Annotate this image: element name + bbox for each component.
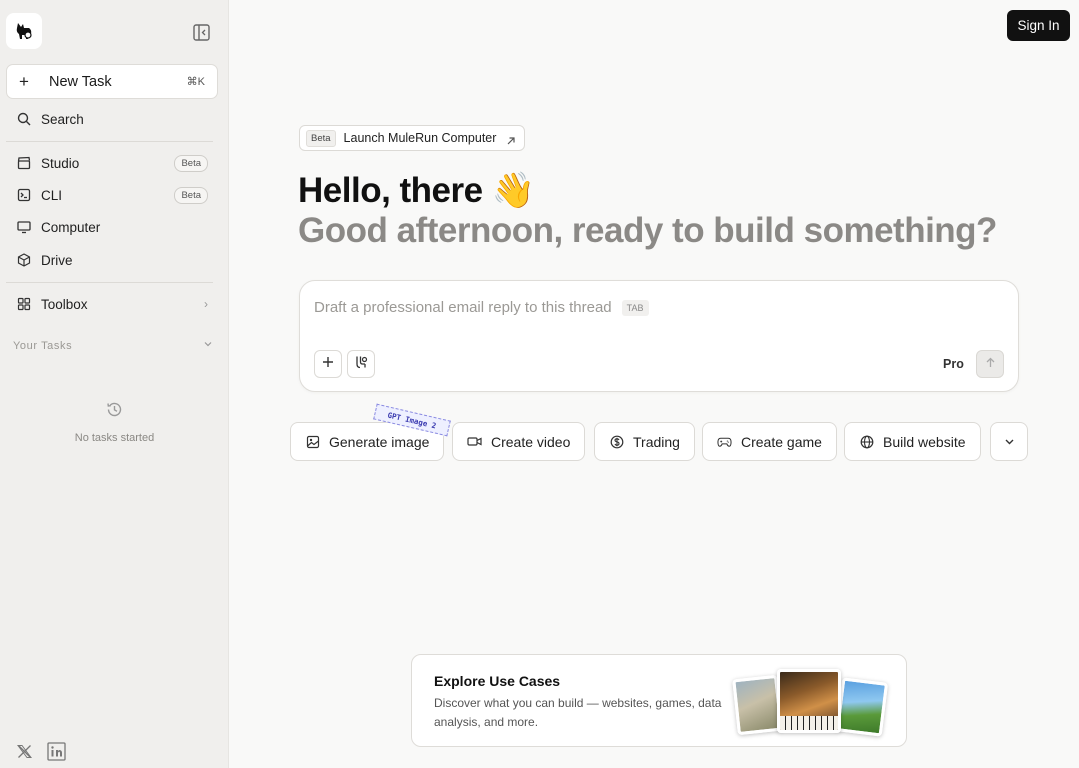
trading-chip[interactable]: Trading bbox=[594, 422, 695, 461]
beta-badge: Beta bbox=[174, 154, 208, 172]
sidebar-item-computer[interactable]: Computer bbox=[6, 212, 218, 242]
sidebar-item-label: Studio bbox=[41, 155, 80, 171]
arrow-up-icon bbox=[985, 355, 996, 373]
build-website-chip[interactable]: Build website bbox=[844, 422, 981, 461]
chip-label: Build website bbox=[883, 433, 966, 450]
explore-description: Discover what you can build — websites, … bbox=[434, 696, 722, 729]
create-video-chip[interactable]: Create video bbox=[452, 422, 586, 461]
sidebar-item-label: CLI bbox=[41, 187, 63, 203]
sign-in-button[interactable]: Sign In bbox=[1007, 10, 1070, 41]
collapse-sidebar-icon[interactable] bbox=[192, 23, 211, 42]
sidebar-divider bbox=[6, 141, 213, 142]
prompt-composer[interactable]: Draft a professional email reply to this… bbox=[299, 280, 1019, 392]
external-arrow-icon bbox=[506, 133, 516, 145]
history-icon bbox=[105, 402, 124, 423]
sidebar-item-drive[interactable]: Drive bbox=[6, 245, 218, 275]
attach-button[interactable] bbox=[314, 350, 342, 378]
create-game-chip[interactable]: Create game bbox=[702, 422, 837, 461]
chip-label: Create video bbox=[491, 433, 571, 450]
use-case-thumbnail-landscape bbox=[732, 674, 783, 736]
sidebar-item-studio[interactable]: Studio Beta bbox=[6, 148, 218, 178]
search-icon bbox=[16, 111, 32, 127]
use-case-thumbnail-game bbox=[835, 677, 889, 737]
prompt-input[interactable]: Draft a professional email reply to this… bbox=[314, 299, 649, 316]
chip-label: Create game bbox=[741, 433, 822, 450]
greeting-heading: Good afternoon, ready to build something… bbox=[298, 211, 997, 250]
model-selector[interactable]: Pro bbox=[943, 357, 964, 371]
monitor-icon bbox=[16, 219, 32, 235]
dollar-icon bbox=[609, 434, 624, 449]
search-button[interactable]: Search bbox=[6, 104, 218, 134]
chevron-down-icon bbox=[203, 339, 213, 352]
launch-computer-label: Launch MuleRun Computer bbox=[343, 131, 497, 145]
grid-icon bbox=[16, 296, 32, 312]
sidebar-item-cli[interactable]: CLI Beta bbox=[6, 180, 218, 210]
globe-icon bbox=[859, 434, 874, 449]
send-button[interactable] bbox=[976, 350, 1004, 378]
new-task-button[interactable]: + New Task ⌘K bbox=[6, 64, 218, 99]
image-icon bbox=[305, 434, 320, 449]
sidebar-item-label: Drive bbox=[41, 252, 73, 268]
box-icon bbox=[16, 252, 32, 268]
video-icon bbox=[467, 434, 482, 449]
empty-tasks: No tasks started bbox=[0, 400, 229, 444]
plus-icon bbox=[322, 355, 334, 373]
use-case-thumbnail-piano bbox=[777, 669, 841, 733]
hello-heading: Hello, there 👋 bbox=[298, 171, 535, 210]
explore-title: Explore Use Cases bbox=[434, 673, 561, 689]
new-task-shortcut: ⌘K bbox=[186, 76, 205, 88]
tools-button[interactable] bbox=[347, 350, 375, 378]
chevron-right-icon: › bbox=[204, 297, 208, 311]
your-tasks-header[interactable]: Your Tasks bbox=[13, 339, 213, 352]
gamepad-icon bbox=[717, 434, 732, 449]
explore-use-cases-card[interactable]: Explore Use Cases Discover what you can … bbox=[411, 654, 907, 747]
sidebar-item-toolbox[interactable]: Toolbox › bbox=[6, 289, 218, 319]
terminal-icon bbox=[16, 187, 32, 203]
launch-computer-link[interactable]: Beta Launch MuleRun Computer bbox=[299, 125, 526, 151]
app-logo[interactable] bbox=[6, 13, 42, 49]
tab-hint: TAB bbox=[621, 299, 649, 316]
sidebar-item-label: Computer bbox=[41, 219, 101, 235]
search-label: Search bbox=[41, 111, 84, 127]
empty-tasks-text: No tasks started bbox=[74, 432, 155, 444]
more-chips-button[interactable] bbox=[990, 422, 1028, 461]
beta-badge: Beta bbox=[174, 186, 208, 204]
chip-label: Generate image bbox=[329, 433, 430, 450]
sidebar: + New Task ⌘K Search Studio Beta CLI Bet… bbox=[0, 0, 229, 768]
clapperboard-icon bbox=[16, 155, 32, 171]
tools-icon bbox=[354, 355, 368, 374]
x-twitter-icon[interactable] bbox=[14, 741, 34, 761]
mule-logo-icon bbox=[16, 23, 32, 39]
new-task-label: New Task bbox=[49, 73, 112, 90]
linkedin-icon[interactable] bbox=[46, 741, 66, 761]
sidebar-divider bbox=[6, 282, 213, 283]
beta-badge: Beta bbox=[306, 129, 336, 147]
plus-icon: + bbox=[19, 71, 29, 91]
chevron-down-icon bbox=[1004, 434, 1015, 450]
prompt-placeholder: Draft a professional email reply to this… bbox=[314, 299, 612, 316]
your-tasks-label: Your Tasks bbox=[13, 339, 73, 352]
sidebar-item-label: Toolbox bbox=[41, 296, 88, 312]
chip-label: Trading bbox=[633, 433, 680, 450]
